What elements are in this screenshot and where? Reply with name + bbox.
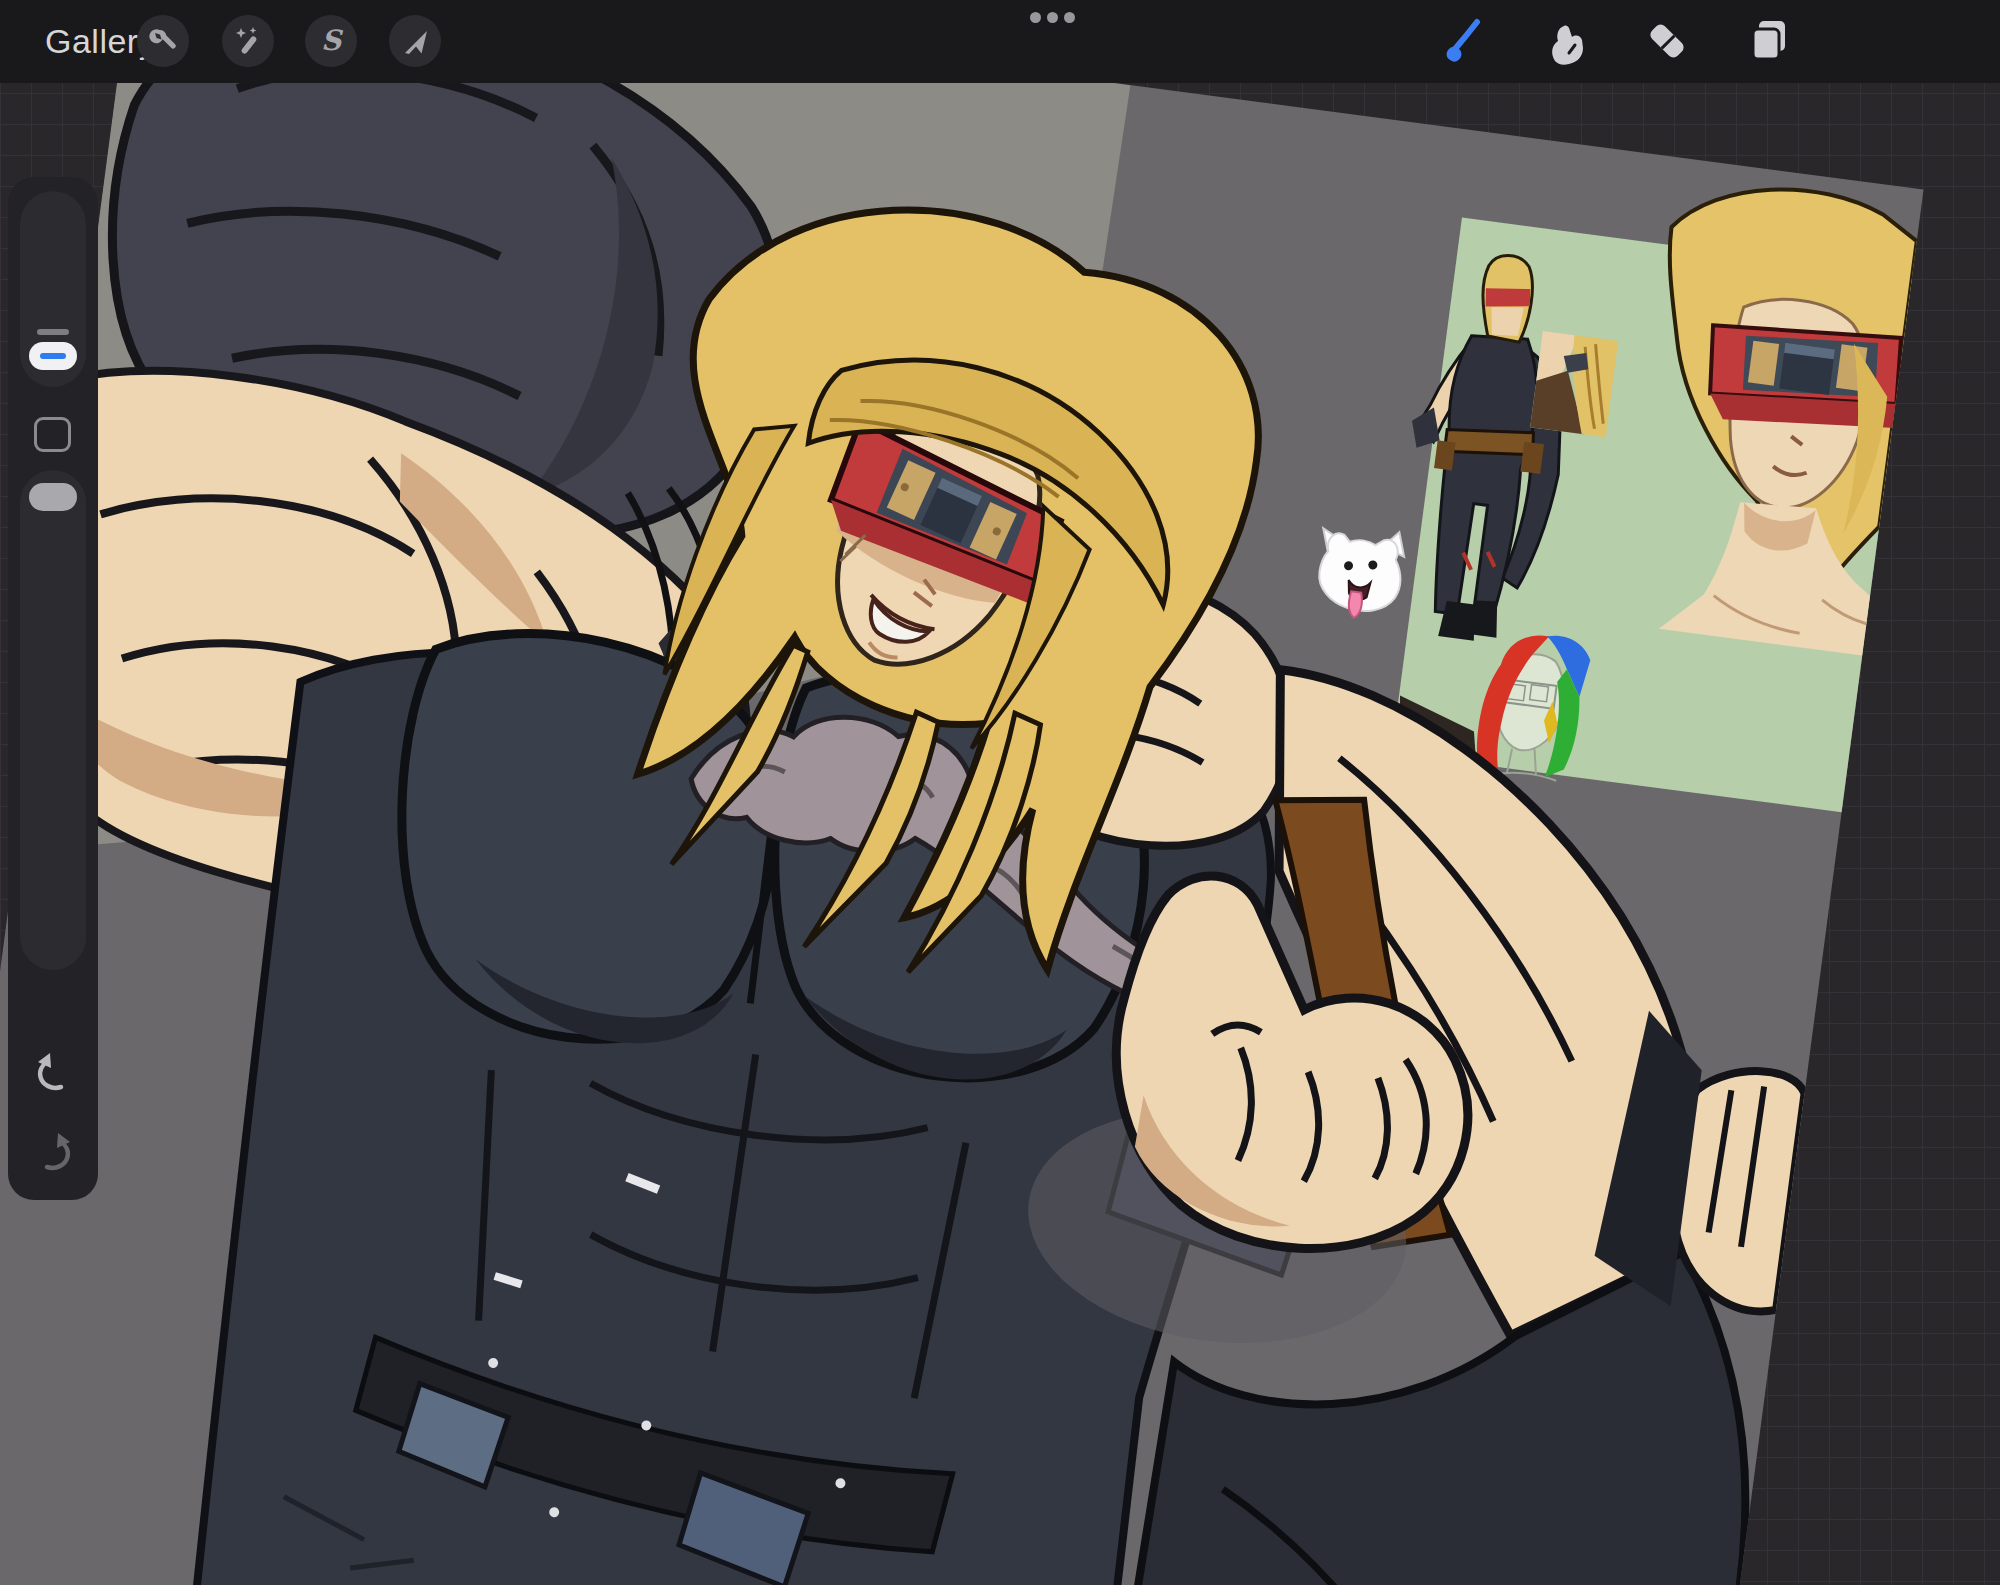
redo-button[interactable]: [32, 1129, 76, 1173]
magic-wand-icon: [233, 26, 263, 56]
selection-s-icon: S: [316, 26, 346, 56]
canvas-menu-dots[interactable]: [1030, 12, 1075, 23]
side-toolbar: [8, 177, 98, 1200]
opacity-handle[interactable]: [29, 483, 77, 511]
undo-icon: [32, 1049, 76, 1093]
transform-arrow-icon: [400, 26, 430, 56]
wrench-icon: [148, 26, 178, 56]
brush-size-value-bar: [40, 353, 66, 359]
drawing-canvas[interactable]: [0, 0, 1924, 1585]
opacity-slider[interactable]: [20, 470, 86, 970]
brush-size-handle[interactable]: [29, 342, 77, 370]
smudge-button[interactable]: [1538, 14, 1592, 68]
redo-icon: [32, 1129, 76, 1173]
ref-portrait-crop: [1530, 331, 1618, 437]
adjustments-button[interactable]: [222, 15, 274, 67]
dot: [1030, 12, 1041, 23]
artwork: [0, 0, 1924, 1585]
layers-button[interactable]: [1744, 14, 1798, 68]
modify-button[interactable]: [34, 417, 71, 452]
smudge-finger-icon: [1539, 15, 1591, 67]
brush-size-tick: [37, 329, 69, 335]
paint-button[interactable]: [1436, 14, 1490, 68]
dot: [1047, 12, 1058, 23]
layers-icon: [1745, 15, 1797, 67]
transform-button[interactable]: [389, 15, 441, 67]
undo-button[interactable]: [32, 1049, 76, 1093]
svg-text:S: S: [321, 26, 344, 56]
dot: [1064, 12, 1075, 23]
eraser-button[interactable]: [1640, 14, 1694, 68]
dog-sticker: [1312, 522, 1407, 623]
actions-button[interactable]: [137, 15, 189, 67]
paint-brush-icon: [1437, 15, 1489, 67]
main-character: [0, 0, 1920, 1585]
top-toolbar: Gallery S: [0, 0, 2000, 83]
eraser-icon: [1641, 15, 1693, 67]
selection-button[interactable]: S: [305, 15, 357, 67]
